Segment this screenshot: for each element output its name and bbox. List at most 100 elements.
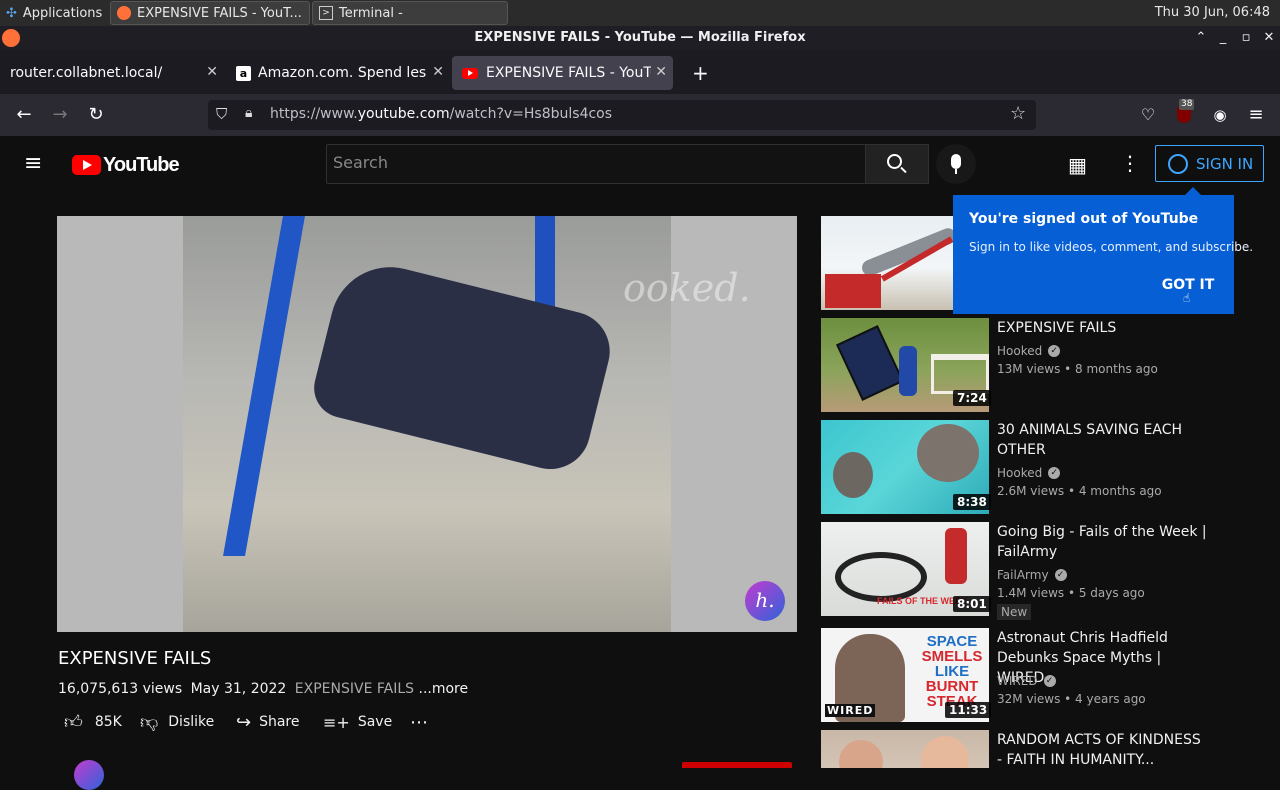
verified-icon: ✓ bbox=[1048, 467, 1061, 479]
close-window-icon[interactable]: ✕ bbox=[1258, 26, 1280, 50]
cursor-hand-icon: ☝ bbox=[1183, 291, 1191, 305]
taskbar-item-firefox[interactable]: EXPENSIVE FAILS - YouT... bbox=[110, 1, 310, 25]
firefox-icon bbox=[117, 6, 131, 20]
close-tab-icon[interactable]: ✕ bbox=[432, 64, 444, 80]
applications-menu[interactable]: ✣ Applications bbox=[0, 1, 108, 25]
close-tab-icon[interactable]: ✕ bbox=[206, 64, 218, 80]
search-input[interactable] bbox=[333, 153, 853, 172]
recommendation-channel[interactable]: FailArmy ✓ bbox=[997, 568, 1067, 582]
recommendation-channel[interactable]: WIRED ✓ bbox=[997, 674, 1056, 688]
recommendation-item[interactable]: FAILS OF THE WEEK 8:01 Going Big - Fails… bbox=[821, 522, 1221, 620]
chevron-up-icon[interactable]: ⌃ bbox=[1190, 26, 1212, 50]
subscribe-button[interactable] bbox=[682, 762, 792, 768]
like-count: 85K bbox=[94, 714, 122, 730]
tab-youtube[interactable]: EXPENSIVE FAILS - YouTube ✕ bbox=[452, 56, 673, 90]
recommendation-stats: 2.6M views • 4 months ago bbox=[997, 484, 1162, 498]
recommendation-item[interactable]: 8:38 30 ANIMALS SAVING EACH OTHER Hooked… bbox=[821, 420, 1221, 516]
recommendation-stats: 32M views • 4 years ago bbox=[997, 692, 1146, 706]
sign-in-label: SIGN IN bbox=[1196, 154, 1254, 173]
taskbar-item-terminal-label: Terminal - bbox=[339, 5, 403, 21]
save-button[interactable]: ≡+ Save bbox=[323, 706, 392, 738]
guide-menu-icon[interactable]: ≡ bbox=[24, 152, 48, 176]
applications-icon: ✣ bbox=[6, 5, 17, 21]
tab-router[interactable]: router.collabnet.local/ ✕ bbox=[0, 56, 224, 90]
tab-label: router.collabnet.local/ bbox=[10, 65, 163, 81]
youtube-logo[interactable]: YouTube bbox=[72, 153, 180, 176]
back-icon[interactable]: ← bbox=[12, 103, 36, 127]
video-metadata[interactable]: 16,075,613 views May 31, 2022 EXPENSIVE … bbox=[58, 681, 468, 697]
description-preview: EXPENSIVE FAILS bbox=[294, 681, 415, 697]
ublock-extension-icon[interactable]: 38 bbox=[1172, 99, 1196, 127]
voice-search-button[interactable] bbox=[936, 144, 976, 184]
new-tab-button[interactable]: + bbox=[682, 56, 710, 90]
video-duration: 8:38 bbox=[953, 494, 991, 510]
tab-amazon[interactable]: a Amazon.com. Spend less ✕ bbox=[226, 56, 450, 90]
more-link[interactable]: ...more bbox=[419, 681, 469, 697]
lock-icon[interactable]: 🔒︎ bbox=[245, 105, 252, 121]
verified-icon: ✓ bbox=[1043, 675, 1056, 687]
video-player[interactable]: ooked. h. bbox=[57, 216, 797, 632]
account-icon bbox=[1168, 153, 1188, 174]
recommendation-channel[interactable]: Hooked ✓ bbox=[997, 344, 1061, 358]
shield-icon[interactable]: ⛉ bbox=[216, 105, 227, 123]
recommendation-title[interactable]: EXPENSIVE FAILS bbox=[997, 318, 1207, 338]
youtube-wordmark: YouTube bbox=[103, 153, 180, 176]
recommendation-title[interactable]: RANDOM ACTS OF KINDNESS - FAITH IN HUMAN… bbox=[997, 730, 1207, 768]
search-box[interactable] bbox=[326, 144, 866, 184]
video-duration: 7:24 bbox=[953, 390, 991, 406]
more-actions-icon[interactable]: ⋯ bbox=[410, 706, 428, 738]
maximize-icon[interactable]: ▫ bbox=[1235, 26, 1257, 50]
recommendation-stats: 1.4M views • 5 days ago bbox=[997, 586, 1145, 600]
thumb-person bbox=[899, 346, 917, 396]
hamburger-menu-icon[interactable]: ≡ bbox=[1244, 103, 1268, 127]
reload-icon[interactable]: ↻ bbox=[84, 103, 108, 127]
recommendation-title[interactable]: Going Big - Fails of the Week | FailArmy bbox=[997, 522, 1207, 562]
url-bar[interactable]: ⛉ 🔒︎ https://www.youtube.com/watch?v=Hs8… bbox=[208, 100, 1036, 130]
taskbar-item-terminal[interactable]: > Terminal - bbox=[312, 1, 508, 25]
extension-icon[interactable]: ◉ bbox=[1208, 103, 1232, 127]
recommendation-thumbnail[interactable] bbox=[821, 730, 989, 768]
taskbar-item-firefox-label: EXPENSIVE FAILS - YouT... bbox=[137, 5, 302, 21]
sign-in-button[interactable]: SIGN IN bbox=[1155, 145, 1264, 182]
popup-title: You're signed out of YouTube bbox=[969, 211, 1199, 227]
recommendation-item[interactable]: RANDOM ACTS OF KINDNESS - FAITH IN HUMAN… bbox=[821, 730, 1221, 768]
microphone-icon bbox=[951, 154, 961, 169]
search-button[interactable] bbox=[865, 144, 929, 184]
bookmark-star-icon[interactable]: ☆ bbox=[1010, 103, 1026, 124]
add-to-playlist-icon: ≡+ bbox=[323, 712, 350, 732]
thumb-dirt-bike bbox=[835, 552, 927, 602]
channel-watermark-icon[interactable]: h. bbox=[745, 581, 785, 621]
recommendation-channel[interactable]: Hooked ✓ bbox=[997, 466, 1061, 480]
dislike-button[interactable]: 👎︎ Dislike bbox=[140, 706, 214, 738]
url-text[interactable]: https://www.youtube.com/watch?v=Hs8buls4… bbox=[270, 106, 612, 122]
channel-watermark-text: h. bbox=[755, 588, 775, 612]
thumb-raccoon-left bbox=[833, 452, 873, 498]
thumb-truck bbox=[825, 274, 881, 308]
share-icon: ↪ bbox=[236, 711, 252, 733]
dislike-label: Dislike bbox=[168, 714, 215, 730]
signed-out-popup: You're signed out of YouTube Sign in to … bbox=[953, 187, 1253, 314]
share-button[interactable]: ↪ Share bbox=[236, 706, 300, 738]
pocket-icon[interactable]: ♡ bbox=[1136, 103, 1160, 127]
thumbs-up-icon: 👍︎ bbox=[64, 712, 83, 733]
video-watermark: ooked. bbox=[623, 266, 751, 310]
recommendation-item[interactable]: 7:24 EXPENSIVE FAILS Hooked ✓ 13M views •… bbox=[821, 318, 1221, 414]
recommendation-title[interactable]: 30 ANIMALS SAVING EACH OTHER bbox=[997, 420, 1207, 460]
verified-icon: ✓ bbox=[1048, 345, 1061, 357]
thumb-face-right bbox=[921, 736, 969, 768]
recommendation-stats: 13M views • 8 months ago bbox=[997, 362, 1158, 376]
channel-avatar[interactable] bbox=[74, 760, 104, 790]
like-button[interactable]: 👍︎ 85K bbox=[64, 706, 122, 738]
minimize-icon[interactable]: _ bbox=[1212, 26, 1234, 50]
upload-date: May 31, 2022 bbox=[190, 681, 287, 697]
extension-badge: 38 bbox=[1179, 99, 1195, 110]
forward-icon[interactable]: → bbox=[48, 103, 72, 127]
recommendation-item[interactable]: SPACE SMELLS LIKE BURNT STEAK WIRED 11:3… bbox=[821, 628, 1221, 724]
new-badge: New bbox=[997, 604, 1032, 620]
video-lift-post-left bbox=[223, 216, 305, 556]
video-frame: ooked. bbox=[183, 216, 751, 632]
settings-dots-icon[interactable]: ⋮ bbox=[1120, 151, 1140, 175]
close-tab-icon[interactable]: ✕ bbox=[655, 64, 667, 80]
thumb-brand: WIRED bbox=[825, 704, 876, 717]
apps-grid-icon[interactable]: ▦ bbox=[1068, 153, 1087, 177]
